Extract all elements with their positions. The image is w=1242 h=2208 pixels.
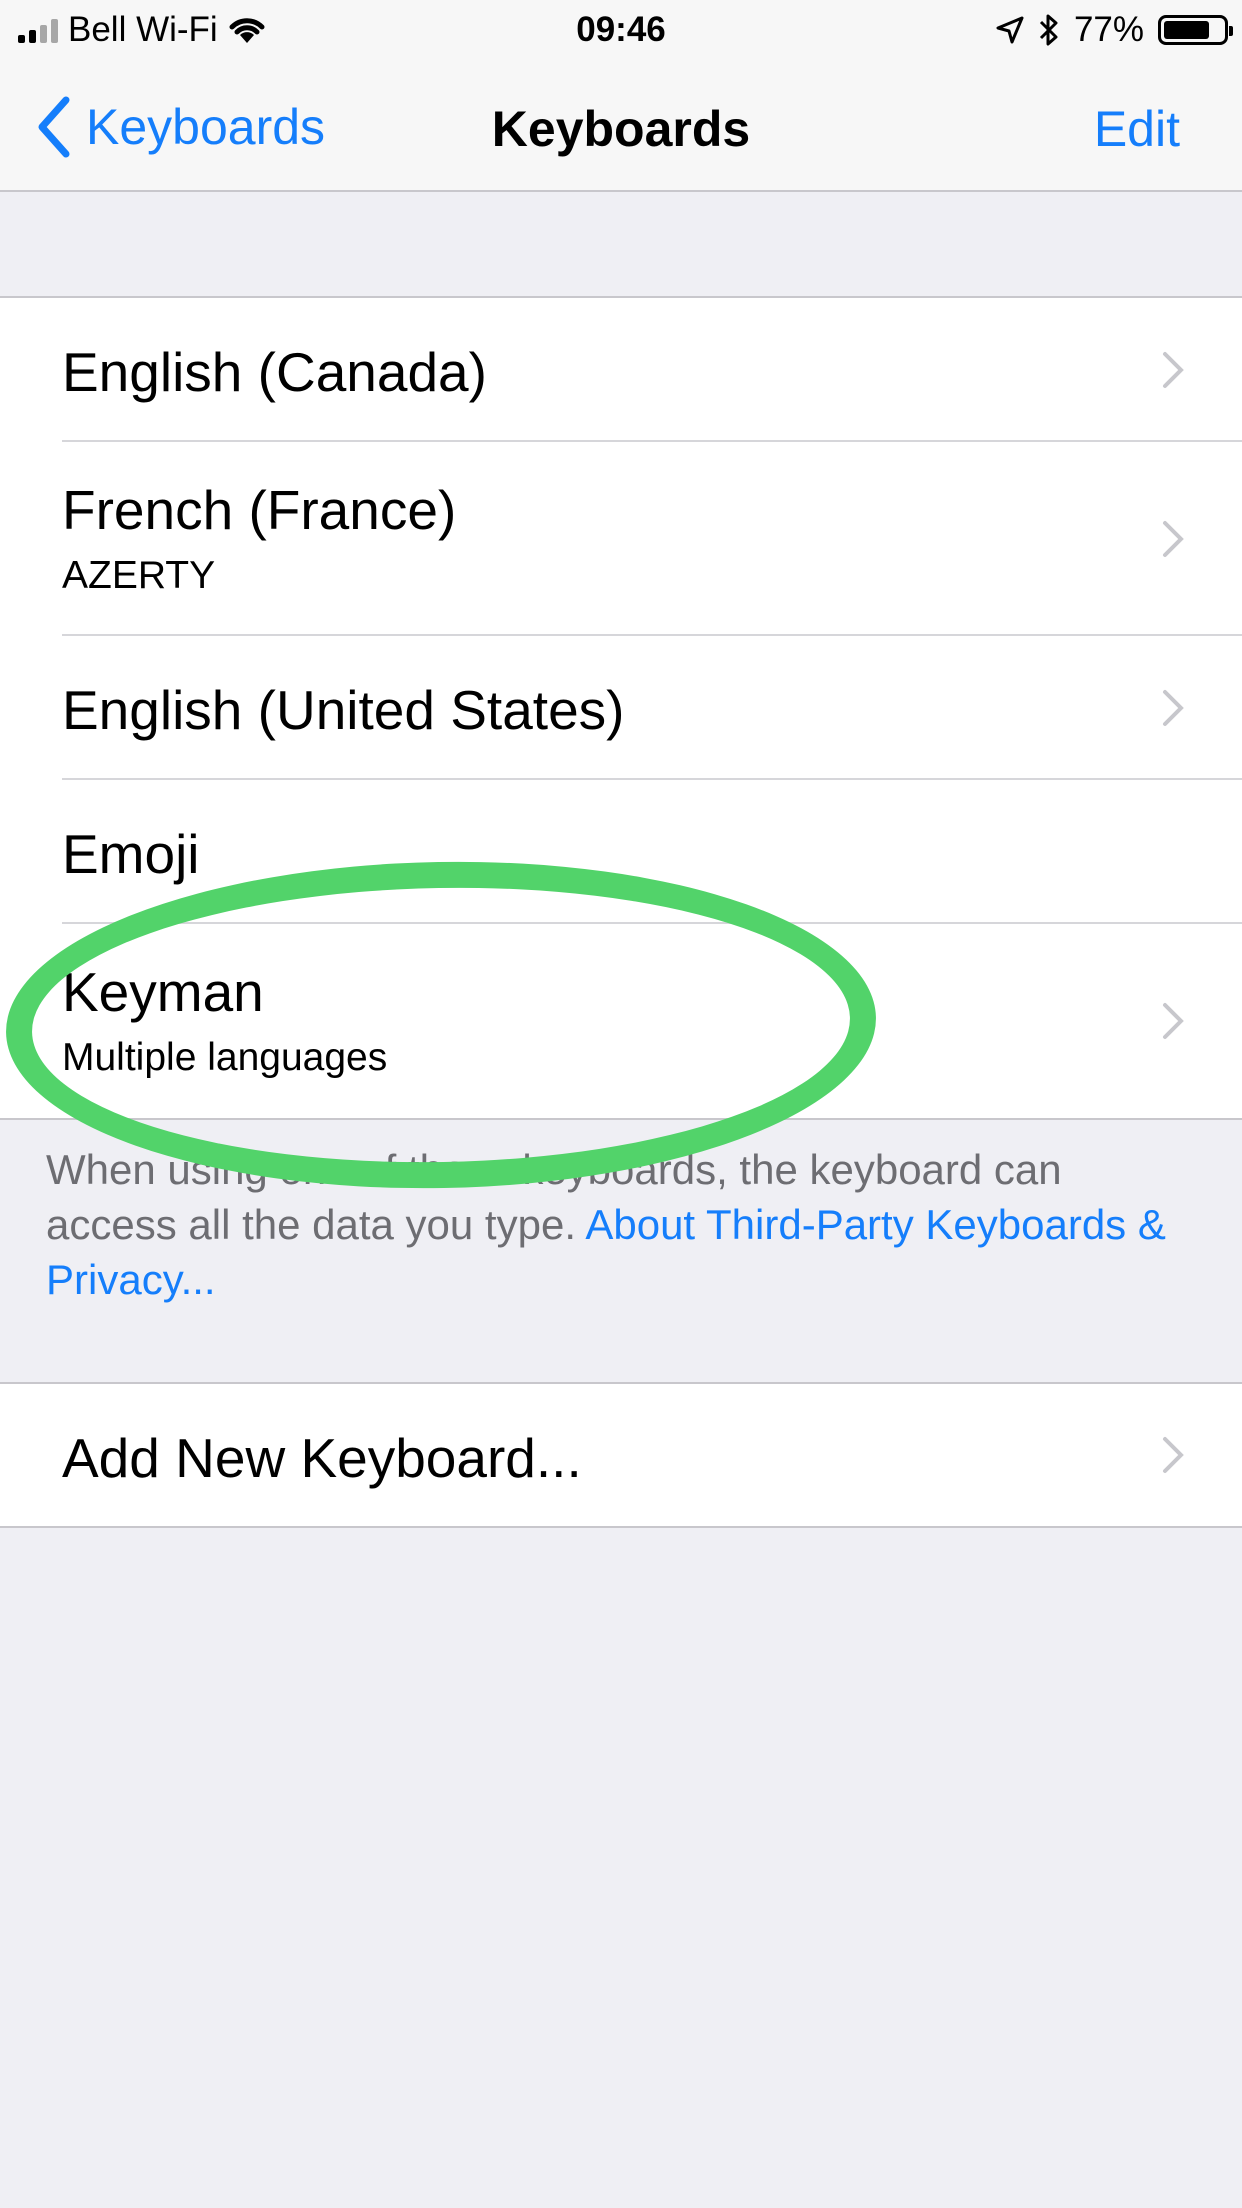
status-right: 77% [996, 10, 1233, 50]
keyboard-row-english-canada[interactable]: English (Canada) [0, 298, 1242, 442]
add-keyboard-group: Add New Keyboard... [0, 1382, 1242, 1528]
keyboard-title: English (United States) [62, 679, 625, 741]
add-new-keyboard-label: Add New Keyboard... [62, 1427, 582, 1489]
keyboard-title: Keyman [62, 961, 264, 1023]
location-arrow-icon [996, 16, 1024, 44]
bluetooth-icon [1039, 14, 1058, 46]
edit-button[interactable]: Edit [1094, 100, 1180, 158]
keyboard-row-emoji[interactable]: Emoji [0, 780, 1242, 924]
status-bar: Bell Wi-Fi 09:46 77% [0, 0, 1242, 60]
add-new-keyboard-row[interactable]: Add New Keyboard... [0, 1384, 1242, 1526]
keyboard-title: Emoji [62, 823, 200, 885]
chevron-right-icon [1163, 521, 1184, 557]
battery-level [1164, 21, 1209, 39]
battery-percent: 77% [1073, 10, 1144, 49]
battery-icon [1158, 15, 1233, 45]
keyboards-list: English (Canada) French (France) AZERTY … [0, 296, 1242, 1120]
keyboard-row-keyman[interactable]: Keyman Multiple languages [0, 924, 1242, 1118]
keyboard-row-french-france[interactable]: French (France) AZERTY [0, 442, 1242, 636]
privacy-footer: When using one of these keyboards, the k… [46, 1142, 1196, 1307]
chevron-right-icon [1163, 690, 1184, 726]
chevron-right-icon [1163, 1437, 1184, 1473]
keyboard-subtitle: Multiple languages [62, 1036, 388, 1079]
navigation-bar: Keyboards Keyboards Edit [0, 60, 1242, 192]
keyboard-row-english-united-states[interactable]: English (United States) [0, 636, 1242, 780]
keyboard-title: French (France) [62, 479, 457, 541]
chevron-right-icon [1163, 352, 1184, 388]
chevron-right-icon [1163, 1003, 1184, 1039]
keyboard-title: English (Canada) [62, 341, 487, 403]
keyboard-subtitle: AZERTY [62, 554, 216, 597]
page-title: Keyboards [491, 101, 751, 157]
